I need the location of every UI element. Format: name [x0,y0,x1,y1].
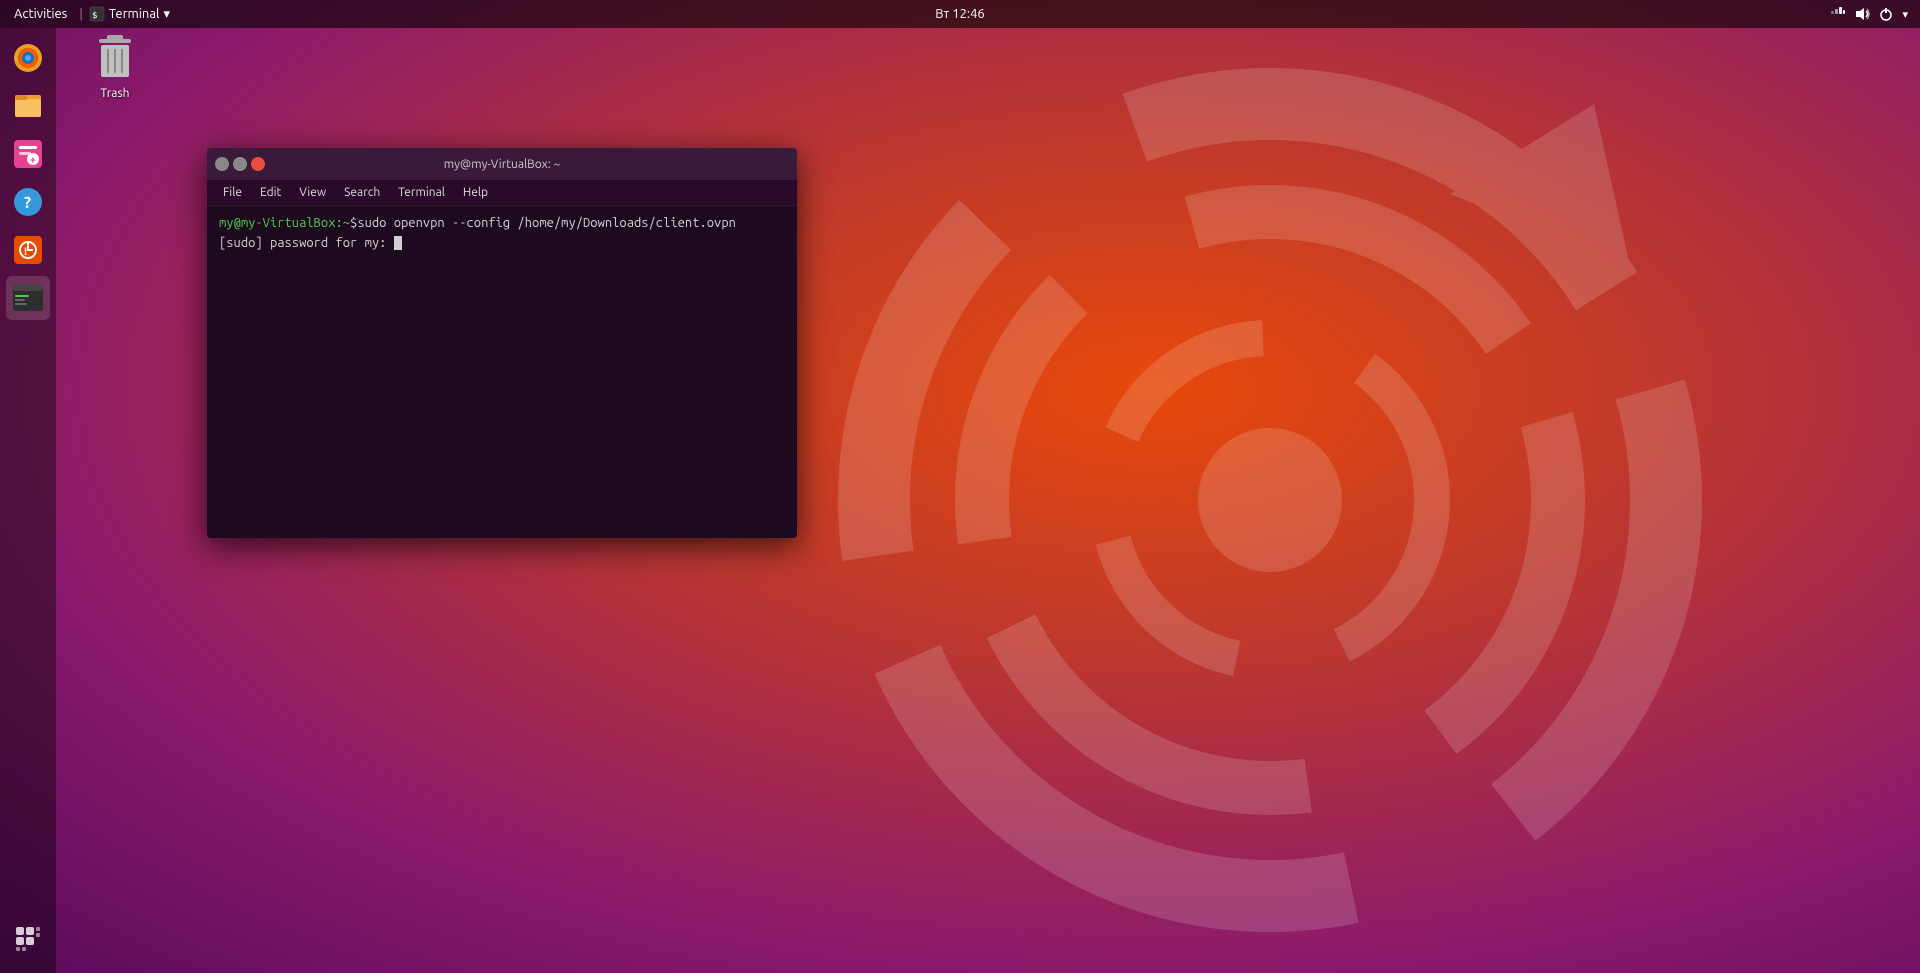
topbar-tray: ▾ [1830,6,1920,22]
cursor [394,236,402,250]
prompt-user: my@my-VirtualBox [219,214,335,234]
dock: + ? ! [0,28,56,973]
terminal-title: my@my-VirtualBox: ~ [444,158,560,171]
svg-text:?: ? [24,194,31,212]
output-line-1: [sudo] password for my: [219,236,386,250]
terminal-body[interactable]: my@my-VirtualBox :~ $ sudo openvpn --con… [207,206,797,538]
trash-desktop-icon[interactable]: Trash [75,35,155,100]
menu-search[interactable]: Search [336,184,388,201]
trash-label: Trash [100,87,129,100]
terminal-menu-button[interactable]: $ Terminal ▾ [89,6,170,22]
menu-help[interactable]: Help [455,184,496,201]
dock-item-firefox[interactable] [6,36,50,80]
prompt-symbol: $ [350,214,357,234]
terminal-menubar: File Edit View Search Terminal Help [207,180,797,206]
firefox-icon [10,40,46,76]
terminal-dock-icon [10,280,46,316]
help-icon: ? [10,184,46,220]
svg-text:$: $ [92,11,97,21]
desktop: Activities | $ Terminal ▾ Вт 12:46 [0,0,1920,973]
terminal-titlebar: – □ × my@my-VirtualBox: ~ [207,148,797,180]
network-icon[interactable] [1830,6,1846,22]
minimize-button[interactable]: – [215,157,229,171]
updates-icon: ! [10,232,46,268]
dock-item-files[interactable] [6,84,50,128]
window-controls: – □ × [215,157,265,171]
grid-icon [14,925,42,953]
svg-text:!: ! [24,246,27,258]
activities-button[interactable]: Activities [8,7,73,21]
dock-item-software[interactable]: + [6,132,50,176]
terminal-menu-label: Terminal [109,7,160,21]
files-icon [10,88,46,124]
power-icon[interactable] [1878,6,1894,22]
terminal-output: [sudo] password for my: [219,234,785,254]
topbar-clock: Вт 12:46 [935,7,985,21]
close-button[interactable]: × [251,157,265,171]
maximize-button[interactable]: □ [233,157,247,171]
svg-text:+: + [30,154,36,165]
terminal-topbar-icon: $ [89,6,105,22]
menu-edit[interactable]: Edit [252,184,289,201]
terminal-dropdown-icon: ▾ [163,7,170,22]
terminal-window: – □ × my@my-VirtualBox: ~ File Edit View… [207,148,797,538]
menu-file[interactable]: File [215,184,250,201]
topbar-divider: | [79,7,83,21]
trash-icon [91,35,139,83]
power-dropdown-icon[interactable]: ▾ [1902,8,1908,21]
software-icon: + [10,136,46,172]
topbar-left: Activities | $ Terminal ▾ [0,6,170,22]
dock-item-terminal[interactable] [6,276,50,320]
show-apps-button[interactable] [6,917,50,961]
menu-view[interactable]: View [291,184,334,201]
desktop-swirl [820,50,1720,950]
terminal-command-line: my@my-VirtualBox :~ $ sudo openvpn --con… [219,214,785,234]
dock-item-help[interactable]: ? [6,180,50,224]
dock-item-updates[interactable]: ! [6,228,50,272]
prompt-path: :~ [335,214,350,234]
menu-terminal[interactable]: Terminal [390,184,453,201]
audio-icon[interactable] [1854,6,1870,22]
topbar: Activities | $ Terminal ▾ Вт 12:46 [0,0,1920,28]
command-text: sudo openvpn --config /home/my/Downloads… [357,214,736,234]
